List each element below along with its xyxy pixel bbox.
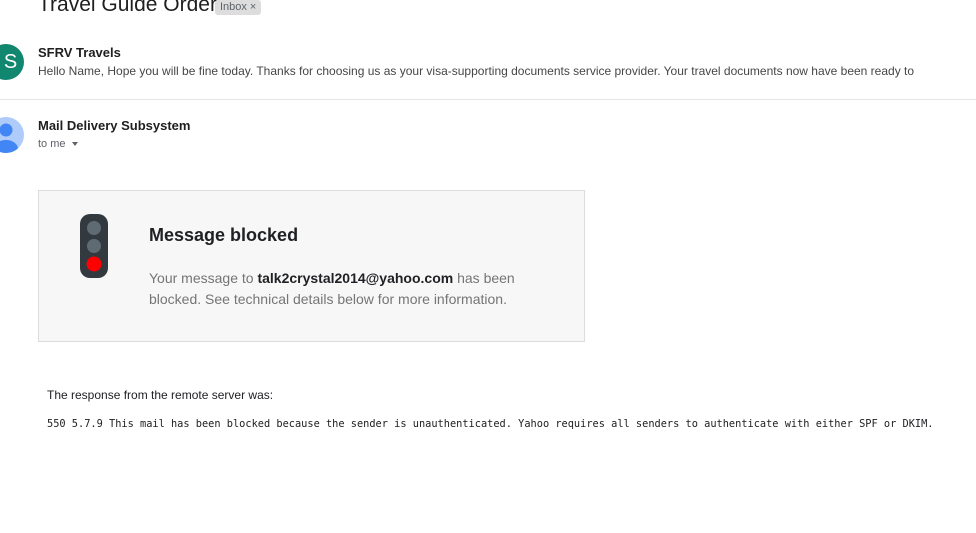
sender-avatar-sfrv[interactable]: S (0, 44, 24, 80)
blocked-description: Your message to talk2crystal2014@yahoo.c… (149, 268, 569, 310)
email-thread-view: Travel Guide Order Inbox × S SFRV Travels… (0, 0, 976, 533)
inbox-label-chip[interactable]: Inbox × (215, 0, 262, 15)
recipient-text: to me (38, 138, 66, 150)
recipient-email: talk2crystal2014@yahoo.com (257, 270, 454, 286)
sender-name-mailer[interactable]: Mail Delivery Subsystem (38, 118, 190, 133)
thread-subject: Travel Guide Order (38, 0, 217, 16)
sender-avatar-mailer[interactable] (0, 117, 24, 153)
response-label: The response from the remote server was: (47, 388, 274, 402)
blocked-title: Message blocked (149, 225, 299, 245)
recipient-details-toggle[interactable]: to me (38, 138, 78, 150)
chevron-down-icon[interactable] (71, 142, 78, 147)
traffic-light-icon (80, 214, 108, 283)
sender-name-sfrv[interactable]: SFRV Travels (38, 45, 121, 60)
response-code: 550 5.7.9 This mail has been blocked bec… (47, 418, 934, 430)
blocked-notice-card: Message blocked Your message to talk2cry… (38, 190, 585, 342)
message-snippet[interactable]: Hello Name, Hope you will be fine today.… (38, 64, 914, 78)
remove-label-icon[interactable]: × (250, 1, 256, 13)
inbox-label-text: Inbox (220, 1, 247, 13)
person-icon (0, 123, 18, 153)
blocked-body-prefix: Your message to (149, 270, 254, 286)
message-divider (0, 99, 976, 100)
